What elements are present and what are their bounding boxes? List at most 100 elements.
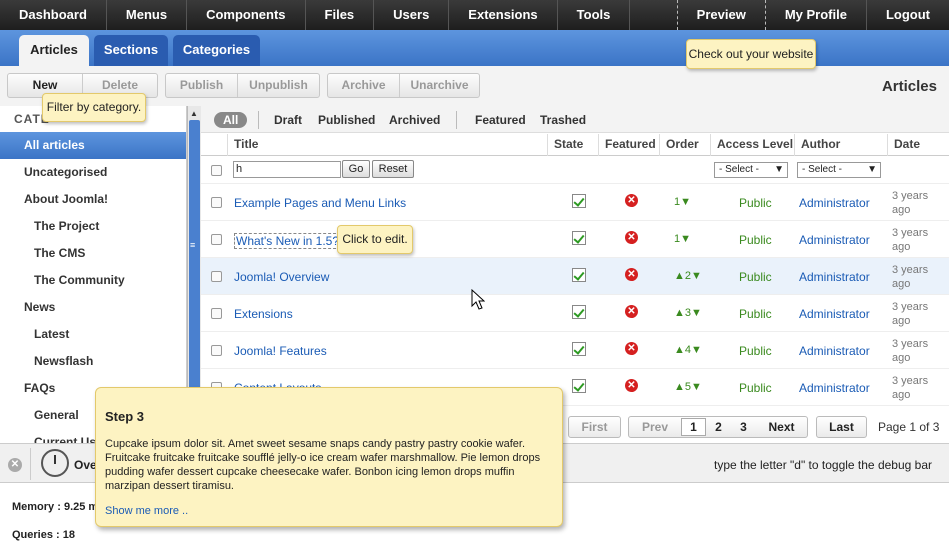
- debug-tab-overview[interactable]: Ove: [74, 458, 97, 472]
- published-check-icon[interactable]: [572, 231, 586, 245]
- col-author[interactable]: Author: [794, 134, 887, 156]
- not-featured-icon[interactable]: ✕: [625, 231, 638, 244]
- access-level-value[interactable]: Public: [739, 196, 772, 210]
- unpublish-button[interactable]: Unpublish: [238, 74, 319, 97]
- not-featured-icon[interactable]: ✕: [625, 379, 638, 392]
- sidebar-item[interactable]: News: [0, 294, 186, 321]
- order-control[interactable]: ▲5▼: [674, 381, 702, 393]
- tab-sections[interactable]: Sections: [94, 35, 168, 66]
- nav-extensions[interactable]: Extensions: [449, 0, 558, 30]
- pager-page-3[interactable]: 3: [731, 417, 756, 437]
- article-title-link[interactable]: What's New in 1.5?: [234, 233, 342, 249]
- scrollbar-thumb[interactable]: [189, 120, 200, 390]
- sidebar-item[interactable]: Latest: [0, 321, 186, 348]
- author-link[interactable]: Administrator: [799, 270, 870, 284]
- sidebar-item[interactable]: Uncategorised: [0, 159, 186, 186]
- nav-logout[interactable]: Logout: [867, 0, 949, 30]
- col-order[interactable]: Order: [659, 134, 710, 156]
- top-navigation: Dashboard Menus Components Files Users E…: [0, 0, 949, 30]
- reset-button[interactable]: Reset: [372, 160, 414, 178]
- access-level-value[interactable]: Public: [739, 270, 772, 284]
- author-select[interactable]: - Select - ▼: [797, 162, 881, 178]
- author-link[interactable]: Administrator: [799, 196, 870, 210]
- not-featured-icon[interactable]: ✕: [625, 194, 638, 207]
- nav-users[interactable]: Users: [374, 0, 450, 30]
- order-control[interactable]: ▲4▼: [674, 344, 702, 356]
- pager-first[interactable]: First: [568, 416, 621, 438]
- published-check-icon[interactable]: [572, 305, 586, 319]
- filter-draft[interactable]: Draft: [274, 112, 302, 128]
- tab-articles[interactable]: Articles: [19, 35, 89, 66]
- author-link[interactable]: Administrator: [799, 381, 870, 395]
- publish-button[interactable]: Publish: [166, 74, 238, 97]
- table-row: Extensions ✕ ▲3▼ Public Administrator 3 years…: [201, 295, 949, 332]
- tab-categories[interactable]: Categories: [173, 35, 260, 66]
- select-all-checkbox[interactable]: [211, 165, 222, 176]
- col-featured[interactable]: Featured: [598, 134, 659, 156]
- pager-last[interactable]: Last: [816, 416, 867, 438]
- nav-menus[interactable]: Menus: [107, 0, 188, 30]
- article-title-link[interactable]: Joomla! Overview: [234, 270, 329, 284]
- pager-page-2[interactable]: 2: [706, 417, 731, 437]
- pager-next[interactable]: Next: [756, 417, 807, 437]
- close-icon[interactable]: ✕: [8, 458, 22, 472]
- nav-tools[interactable]: Tools: [558, 0, 631, 30]
- col-date[interactable]: Date: [887, 134, 949, 156]
- nav-dashboard[interactable]: Dashboard: [0, 0, 107, 30]
- filter-published[interactable]: Published: [318, 112, 375, 128]
- row-checkbox[interactable]: [211, 197, 222, 208]
- col-access-level[interactable]: Access Level: [710, 134, 794, 156]
- order-control[interactable]: 1▼: [674, 233, 691, 245]
- scroll-up-icon[interactable]: ▲: [190, 109, 198, 118]
- row-checkbox[interactable]: [211, 234, 222, 245]
- stopwatch-icon[interactable]: [41, 449, 69, 477]
- row-checkbox[interactable]: [211, 271, 222, 282]
- order-control[interactable]: ▲2▼: [674, 270, 702, 282]
- sidebar-item[interactable]: The Project: [0, 213, 186, 240]
- access-level-value[interactable]: Public: [739, 307, 772, 321]
- article-title-link[interactable]: Extensions: [234, 307, 293, 321]
- sidebar-item[interactable]: The CMS: [0, 240, 186, 267]
- step-more-link[interactable]: Show me more ..: [105, 505, 188, 517]
- not-featured-icon[interactable]: ✕: [625, 342, 638, 355]
- not-featured-icon[interactable]: ✕: [625, 305, 638, 318]
- published-check-icon[interactable]: [572, 194, 586, 208]
- pager-prev[interactable]: Prev: [629, 417, 681, 437]
- filter-trashed[interactable]: Trashed: [540, 112, 586, 128]
- col-state[interactable]: State: [547, 134, 598, 156]
- author-link[interactable]: Administrator: [799, 344, 870, 358]
- article-title-link[interactable]: Joomla! Features: [234, 344, 327, 358]
- sidebar-item[interactable]: All articles: [0, 132, 186, 159]
- pager-page-1[interactable]: 1: [681, 418, 706, 436]
- order-control[interactable]: ▲3▼: [674, 307, 702, 319]
- archive-button[interactable]: Archive: [328, 74, 400, 97]
- author-link[interactable]: Administrator: [799, 307, 870, 321]
- unarchive-button[interactable]: Unarchive: [400, 74, 479, 97]
- nav-components[interactable]: Components: [187, 0, 306, 30]
- author-link[interactable]: Administrator: [799, 233, 870, 247]
- published-check-icon[interactable]: [572, 342, 586, 356]
- access-level-value[interactable]: Public: [739, 344, 772, 358]
- not-featured-icon[interactable]: ✕: [625, 268, 638, 281]
- filter-all[interactable]: All: [214, 112, 248, 128]
- nav-files[interactable]: Files: [306, 0, 375, 30]
- access-level-value[interactable]: Public: [739, 233, 772, 247]
- filter-archived[interactable]: Archived: [389, 112, 440, 128]
- access-level-select[interactable]: - Select - ▼: [714, 162, 788, 178]
- col-title[interactable]: Title: [227, 134, 547, 156]
- row-checkbox[interactable]: [211, 308, 222, 319]
- access-level-value[interactable]: Public: [739, 381, 772, 395]
- order-control[interactable]: 1▼: [674, 196, 691, 208]
- sidebar-item[interactable]: About Joomla!: [0, 186, 186, 213]
- nav-preview[interactable]: Preview: [676, 0, 766, 30]
- nav-my-profile[interactable]: My Profile: [766, 0, 867, 30]
- published-check-icon[interactable]: [572, 268, 586, 282]
- article-title-link[interactable]: Example Pages and Menu Links: [234, 196, 406, 210]
- go-button[interactable]: Go: [342, 160, 370, 178]
- filter-featured[interactable]: Featured: [475, 112, 526, 128]
- search-input[interactable]: h: [233, 161, 341, 178]
- row-checkbox[interactable]: [211, 345, 222, 356]
- sidebar-item[interactable]: The Community: [0, 267, 186, 294]
- published-check-icon[interactable]: [572, 379, 586, 393]
- sidebar-item[interactable]: Newsflash: [0, 348, 186, 375]
